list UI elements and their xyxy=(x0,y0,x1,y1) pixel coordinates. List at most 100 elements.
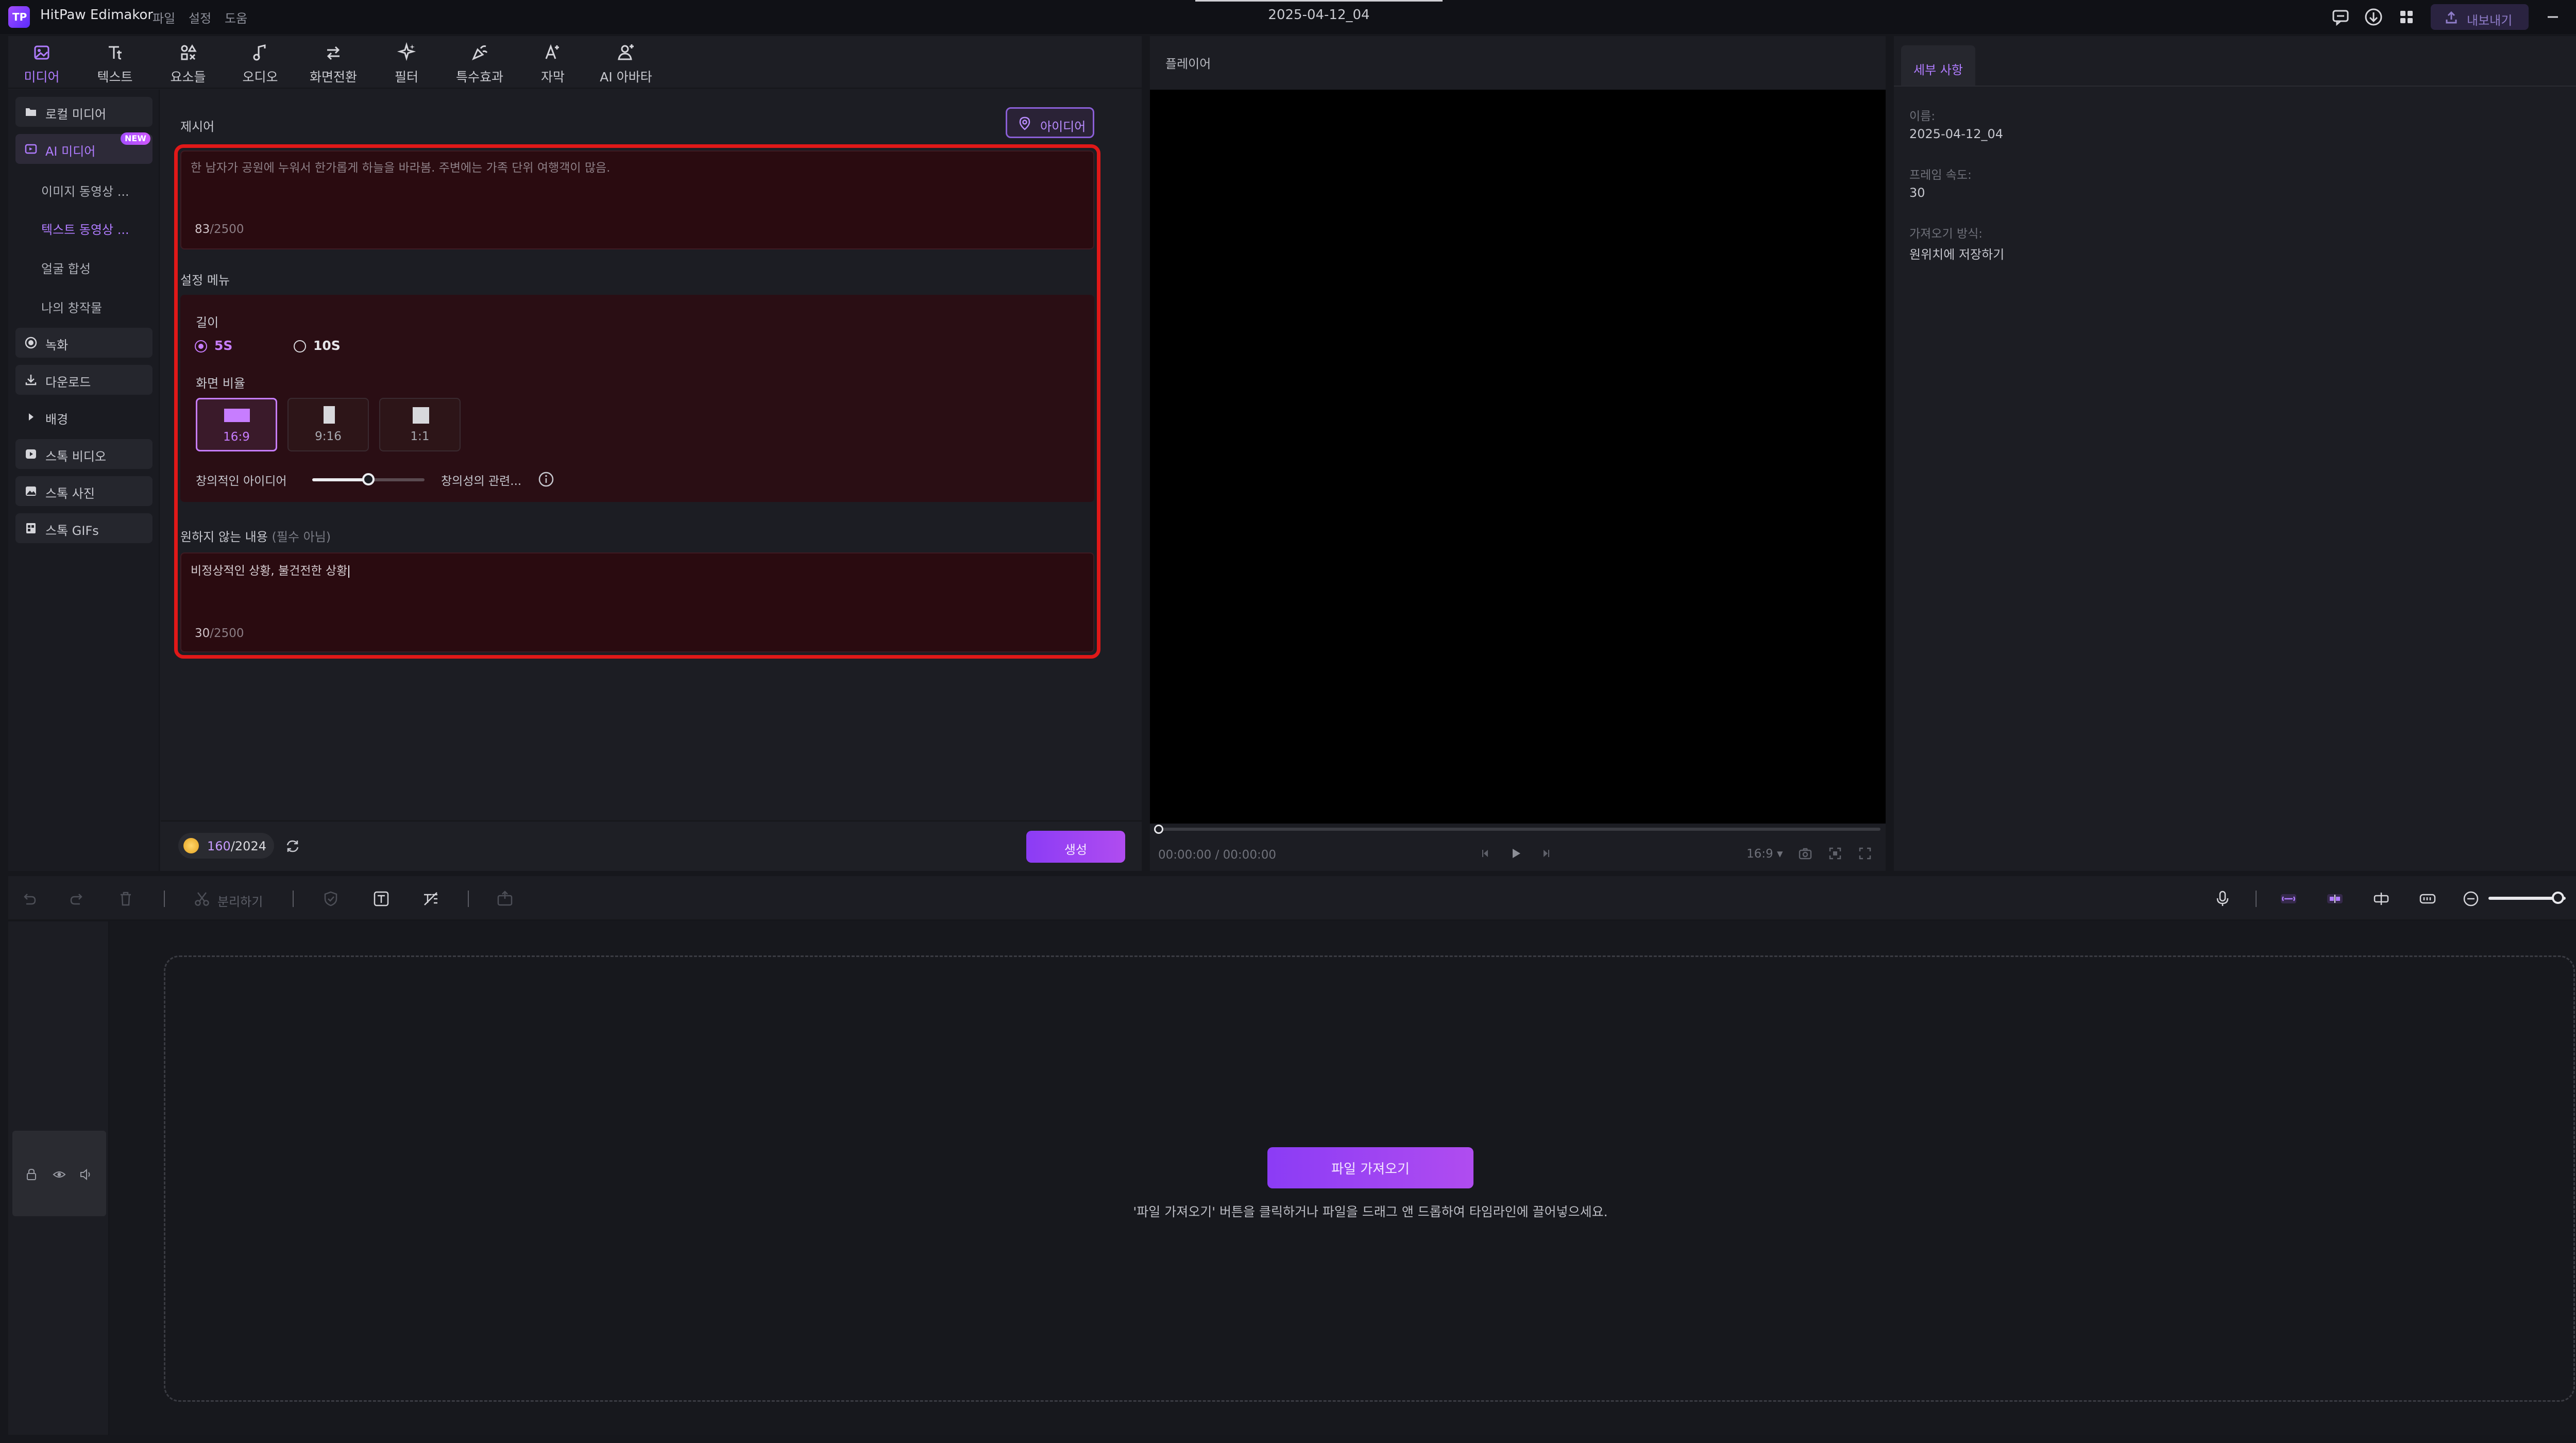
tab-label: AI 아바타 xyxy=(600,70,652,85)
elements-icon xyxy=(178,42,198,63)
effects-icon xyxy=(469,42,490,63)
idea-button[interactable]: 아이디어 xyxy=(1006,107,1094,138)
download-icon xyxy=(25,374,37,386)
record-icon xyxy=(25,337,37,349)
app-logo: TP xyxy=(8,6,30,28)
remove-subtitle-icon[interactable] xyxy=(421,890,440,908)
undo-icon[interactable] xyxy=(20,890,38,908)
tab-text[interactable]: 텍스트 xyxy=(81,36,148,89)
aspect-value: 16:9 xyxy=(1747,847,1773,861)
sidebar-sub-image-to-video[interactable]: 이미지 동영상 ... xyxy=(41,181,129,199)
location-pin-icon xyxy=(1018,116,1032,130)
scissors-icon[interactable] xyxy=(193,890,211,908)
text-box-icon[interactable] xyxy=(372,890,391,908)
tab-elements[interactable]: 요소들 xyxy=(155,36,222,89)
tab-media[interactable]: 미디어 xyxy=(8,36,75,89)
split-label[interactable]: 분리하기 xyxy=(217,892,263,910)
sidebar-item-label: 스톡 GIFs xyxy=(45,524,99,538)
fit-screen-icon[interactable] xyxy=(1827,845,1843,862)
download-circle-icon[interactable] xyxy=(2363,6,2384,28)
snap-icon[interactable] xyxy=(2326,890,2344,908)
shield-icon[interactable] xyxy=(321,890,340,908)
sidebar-item-label: 배경 xyxy=(45,412,69,427)
zoom-slider-knob[interactable] xyxy=(2552,892,2564,904)
player-progress-knob[interactable] xyxy=(1154,825,1163,834)
sidebar-item-download[interactable]: 다운로드 xyxy=(15,365,152,395)
credits-used: 160 xyxy=(207,839,231,853)
player-aspect-select[interactable]: 16:9 ▾ xyxy=(1747,847,1783,861)
generate-button[interactable]: 생성 xyxy=(1026,831,1125,863)
tab-audio[interactable]: 오디오 xyxy=(227,36,294,89)
next-frame-icon[interactable] xyxy=(1537,845,1554,862)
microphone-icon[interactable] xyxy=(2213,890,2232,908)
maximize-icon[interactable] xyxy=(2574,6,2576,28)
sidebar-sub-text-to-video[interactable]: 텍스트 동영상 ... xyxy=(41,220,129,238)
track-speaker-icon[interactable] xyxy=(79,1168,93,1181)
apps-grid-icon[interactable] xyxy=(2396,6,2417,28)
export-button[interactable]: 내보내기 xyxy=(2431,4,2529,30)
credits-total: /2024 xyxy=(230,839,266,853)
toolbar-separator xyxy=(2256,891,2257,907)
filter-icon xyxy=(396,42,417,63)
delete-icon[interactable] xyxy=(116,890,135,908)
sidebar-item-local-media[interactable]: 로컬 미디어 xyxy=(15,97,152,127)
photo-icon xyxy=(25,485,37,497)
focus-highlight-frame xyxy=(174,144,1100,659)
document-title: 2025-04-12_04 xyxy=(1268,7,1370,23)
sidebar-sub-face-swap[interactable]: 얼굴 합성 xyxy=(41,259,91,277)
app-title: HitPaw Edimakor xyxy=(40,7,154,23)
import-file-button[interactable]: 파일 가져오기 xyxy=(1267,1147,1473,1188)
sidebar-item-stock-gifs[interactable]: 스톡 GIFs xyxy=(15,513,152,543)
tab-filter[interactable]: 필터 xyxy=(373,36,440,89)
redo-icon[interactable] xyxy=(68,890,87,908)
menu-help[interactable]: 도움 xyxy=(225,8,247,26)
tab-subtitle[interactable]: 자막 xyxy=(519,36,586,89)
details-divider xyxy=(1894,86,2576,87)
sidebar-item-label: 스톡 비디오 xyxy=(45,449,107,464)
export-icon xyxy=(2444,10,2459,25)
zoom-out-icon[interactable] xyxy=(2462,890,2480,908)
prev-frame-icon[interactable] xyxy=(1478,845,1494,862)
tab-effects[interactable]: 특수효과 xyxy=(446,36,513,89)
track-eye-icon[interactable] xyxy=(53,1168,66,1181)
tab-label: 특수효과 xyxy=(455,70,503,85)
menu-settings[interactable]: 설정 xyxy=(189,8,211,26)
tab-label: 자막 xyxy=(540,70,565,85)
transition-icon xyxy=(323,42,344,63)
export-clip-icon[interactable] xyxy=(496,890,514,908)
sidebar-item-stock-photo[interactable]: 스톡 사진 xyxy=(15,476,152,506)
tab-label: 텍스트 xyxy=(97,70,133,85)
split-clip-icon[interactable] xyxy=(2372,890,2391,908)
video-icon xyxy=(25,448,37,460)
triangle-right-icon xyxy=(25,411,37,423)
avatar-icon xyxy=(616,42,636,63)
tab-label: 필터 xyxy=(394,70,418,85)
tab-ai-avatar[interactable]: AI 아바타 xyxy=(592,36,659,89)
sidebar-item-label: AI 미디어 xyxy=(45,144,96,159)
player-progress-track[interactable] xyxy=(1158,828,1880,831)
player-time: 00:00:00 / 00:00:00 xyxy=(1158,848,1276,862)
snapshot-icon[interactable] xyxy=(1797,845,1814,862)
minimize-icon[interactable] xyxy=(2542,6,2564,28)
feedback-icon[interactable] xyxy=(2330,6,2351,28)
sidebar-sub-my-creations[interactable]: 나의 창작물 xyxy=(41,298,102,316)
track-mode-icon[interactable] xyxy=(2418,890,2437,908)
toolbar-separator xyxy=(468,891,469,907)
new-badge: NEW xyxy=(121,132,150,145)
sidebar-item-stock-video[interactable]: 스톡 비디오 xyxy=(15,439,152,469)
detail-name-label: 이름: xyxy=(1909,110,1936,123)
refresh-icon[interactable] xyxy=(283,837,302,855)
link-clips-icon[interactable] xyxy=(2279,890,2298,908)
detail-import-label: 가져오기 방식: xyxy=(1909,227,1983,241)
export-label: 내보내기 xyxy=(2467,13,2513,28)
menu-file[interactable]: 파일 xyxy=(152,8,175,26)
track-lock-icon[interactable] xyxy=(25,1168,38,1181)
play-icon[interactable] xyxy=(1507,845,1524,862)
sidebar-item-background[interactable]: 배경 xyxy=(15,402,152,432)
sidebar-item-record[interactable]: 녹화 xyxy=(15,328,152,358)
toolbar-separator xyxy=(164,891,165,907)
tab-transition[interactable]: 화면전환 xyxy=(300,36,367,89)
tab-details[interactable]: 세부 사항 xyxy=(1901,45,1975,86)
fullscreen-icon[interactable] xyxy=(1857,845,1873,862)
details-tab-label: 세부 사항 xyxy=(1913,63,1963,77)
